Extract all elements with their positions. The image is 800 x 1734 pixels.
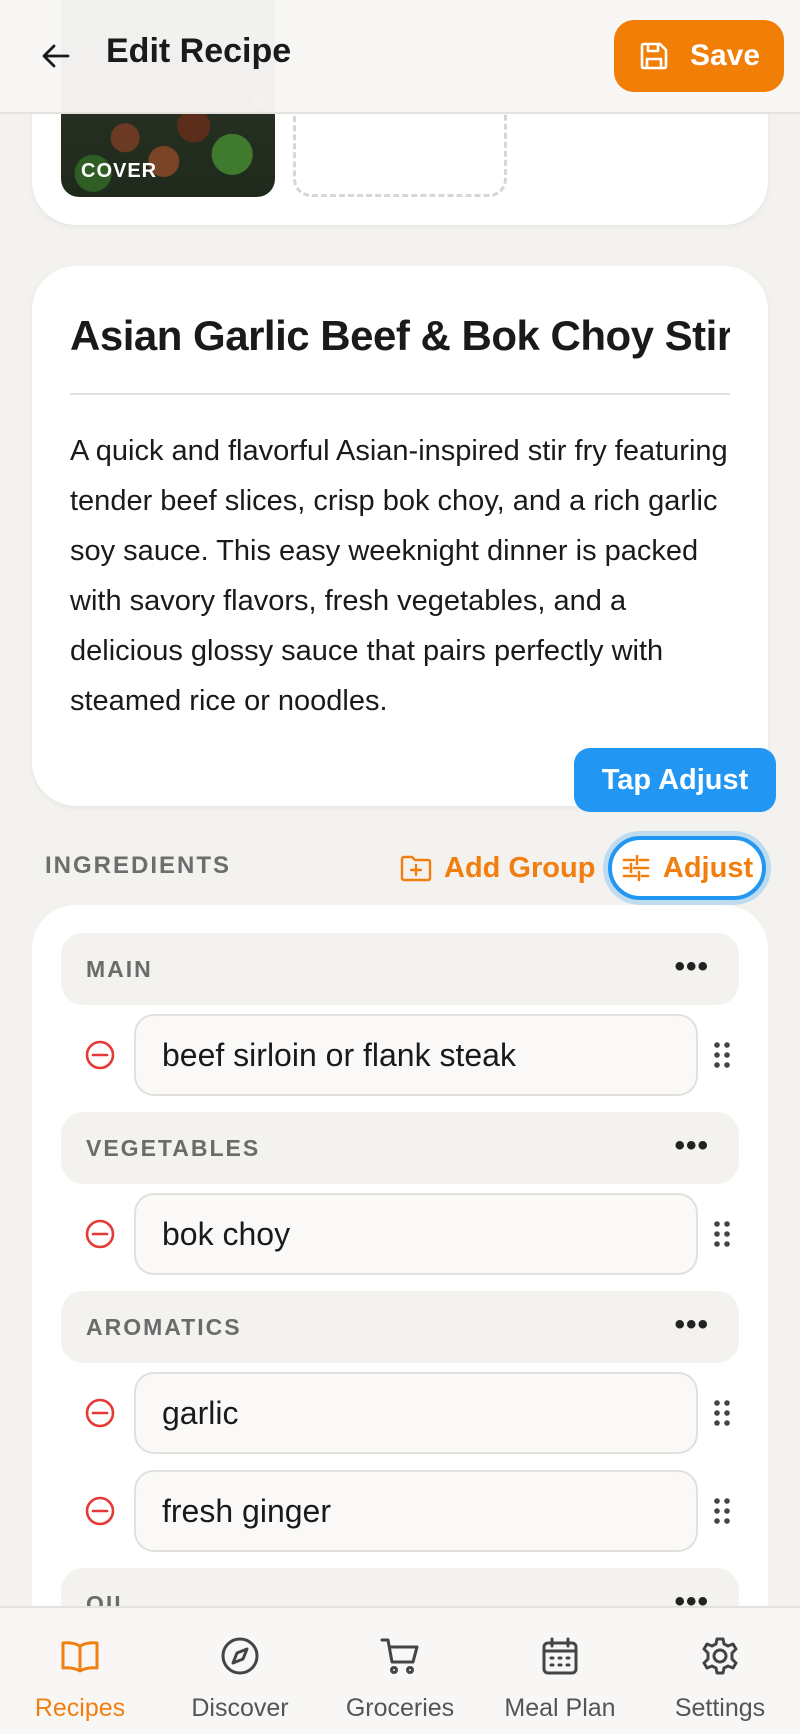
book-icon [61,1641,99,1673]
remove-circle-icon[interactable] [85,1496,115,1526]
tab-settings[interactable]: Settings [640,1608,800,1734]
tab-meal-plan[interactable]: Meal Plan [480,1608,640,1734]
tab-groceries[interactable]: Groceries [320,1608,480,1734]
ingredient-row: beef sirloin or flank steak [61,1014,761,1096]
ingredient-row: bok choy [61,1193,761,1275]
ingredient-row: garlic [61,1372,761,1454]
cover-label: COVER [81,160,158,182]
ingredient-row: fresh ginger [61,1470,761,1552]
remove-circle-icon[interactable] [85,1219,115,1249]
group-name: AROMATICS [86,1314,242,1340]
cart-icon [380,1638,419,1674]
recipe-description-field[interactable]: A quick and flavorful Asian-inspired sti… [70,426,730,726]
drag-handle-icon[interactable] [713,1497,731,1525]
more-options-icon[interactable]: ••• [674,1291,709,1359]
save-icon [640,42,668,70]
save-button[interactable]: Save [614,20,784,92]
more-options-icon[interactable]: ••• [674,1112,709,1180]
ingredient-group-header[interactable]: AROMATICS ••• [61,1291,739,1363]
save-label: Save [689,39,761,72]
add-group-button[interactable]: Add Group [400,848,595,888]
scroll-content[interactable]: COVER Asian Garlic Beef & Bok Choy Stir … [0,0,800,1734]
ingredient-input[interactable]: bok choy [134,1193,698,1275]
page-title: Edit Recipe [106,32,292,70]
compass-icon [221,1637,259,1675]
ingredient-group-header[interactable]: VEGETABLES ••• [61,1112,739,1184]
drag-handle-icon[interactable] [713,1041,731,1069]
ingredient-group-header[interactable]: MAIN ••• [61,933,739,1005]
calendar-icon [542,1637,578,1675]
tab-label: Groceries [345,1694,455,1722]
back-arrow-icon[interactable] [40,40,72,72]
adjust-button[interactable]: Adjust [608,836,766,900]
remove-circle-icon[interactable] [85,1040,115,1070]
top-bar: Edit Recipe Save [0,0,800,114]
more-options-icon[interactable]: ••• [674,933,709,1001]
add-group-label: Add Group [444,851,596,884]
tab-label: Settings [674,1694,766,1722]
ingredient-input[interactable]: garlic [134,1372,698,1454]
drag-handle-icon[interactable] [713,1399,731,1427]
tab-label: Discover [191,1694,289,1722]
bottom-tab-bar: Recipes Discover Groceries Meal Plan Set… [0,1606,800,1734]
tab-label: Recipes [34,1694,126,1722]
ingredient-input[interactable]: beef sirloin or flank steak [134,1014,698,1096]
drag-handle-icon[interactable] [713,1220,731,1248]
title-divider [70,393,730,395]
sliders-icon [622,854,650,882]
group-name: VEGETABLES [86,1135,261,1161]
tab-recipes[interactable]: Recipes [0,1608,160,1734]
group-name: MAIN [86,956,153,982]
adjust-label: Adjust [662,851,754,884]
adjust-tooltip: Tap Adjust [574,748,776,812]
tab-discover[interactable]: Discover [160,1608,320,1734]
gear-icon [702,1637,738,1675]
ingredient-input[interactable]: fresh ginger [134,1470,698,1552]
tab-label: Meal Plan [504,1694,616,1722]
folder-plus-icon [400,855,432,882]
ingredients-heading: INGREDIENTS [45,852,232,879]
remove-circle-icon[interactable] [85,1398,115,1428]
recipe-title-field[interactable]: Asian Garlic Beef & Bok Choy Stir [70,306,730,366]
